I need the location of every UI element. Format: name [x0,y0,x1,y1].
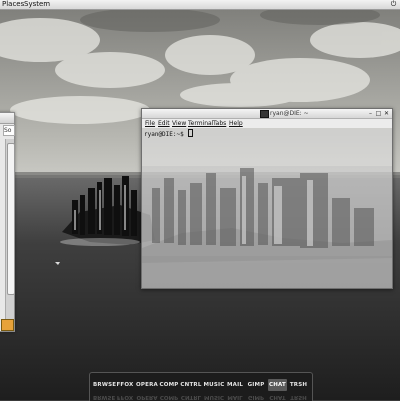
dock-item-firefox[interactable]: FFOX [116,379,134,391]
terminal-body[interactable]: ryan@DIE:~$ [142,128,392,288]
places-menu[interactable]: Places [2,0,24,9]
terminal-title: ryan@DIE: ~ [270,110,309,117]
menu-terminal[interactable]: Terminal [188,119,213,128]
maximize-icon[interactable]: □ [375,110,382,117]
terminal-prompt: ryan@DIE:~$ [144,129,194,138]
prompt-text: ryan@DIE:~$ [144,131,184,138]
dock-item-browse[interactable]: BRWSE [93,379,116,391]
left-window-tab[interactable]: So [3,125,15,136]
dock-item-chat[interactable]: CHAT [268,379,287,391]
menu-help[interactable]: Help [229,119,243,128]
menu-edit[interactable]: Edit [158,119,170,128]
system-menu[interactable]: System [24,0,50,9]
menu-file[interactable]: File [145,119,155,128]
terminal-icon [260,110,269,118]
left-window-scrollbar[interactable] [5,139,15,319]
left-window[interactable]: So [0,112,15,332]
dock: BRWSE FFOX OPERA COMP CNTRL MUSIC MAIL G… [89,372,313,401]
terminal-menubar: File Edit View Terminal Tabs Help [142,119,392,128]
top-panel: Places System ⏻ [0,0,400,10]
cursor [188,129,194,137]
dock-item-control[interactable]: CNTRL [180,379,202,391]
menu-tabs[interactable]: Tabs [213,119,226,128]
close-icon[interactable]: ✕ [383,110,390,117]
dock-item-music[interactable]: MUSIC [203,379,225,391]
dock-item-gimp[interactable]: GIMP [247,379,265,391]
terminal-background-image [142,128,392,288]
scroll-thumb[interactable] [7,143,15,295]
minimize-icon[interactable]: – [367,110,374,117]
menu-view[interactable]: View [172,119,186,128]
dock-item-trash[interactable]: TRSH [289,379,308,391]
status-icon [1,319,14,331]
dock-item-mail[interactable]: MAIL [226,379,244,391]
dock-item-computer[interactable]: COMP [159,379,179,391]
terminal-window[interactable]: ryan@DIE: ~ – □ ✕ File Edit View Termina… [141,108,393,289]
left-window-titlebar[interactable] [0,113,14,124]
dock-item-opera[interactable]: OPERA [136,379,158,391]
terminal-titlebar[interactable]: ryan@DIE: ~ – □ ✕ [142,109,392,119]
power-icon[interactable]: ⏻ [389,0,398,9]
